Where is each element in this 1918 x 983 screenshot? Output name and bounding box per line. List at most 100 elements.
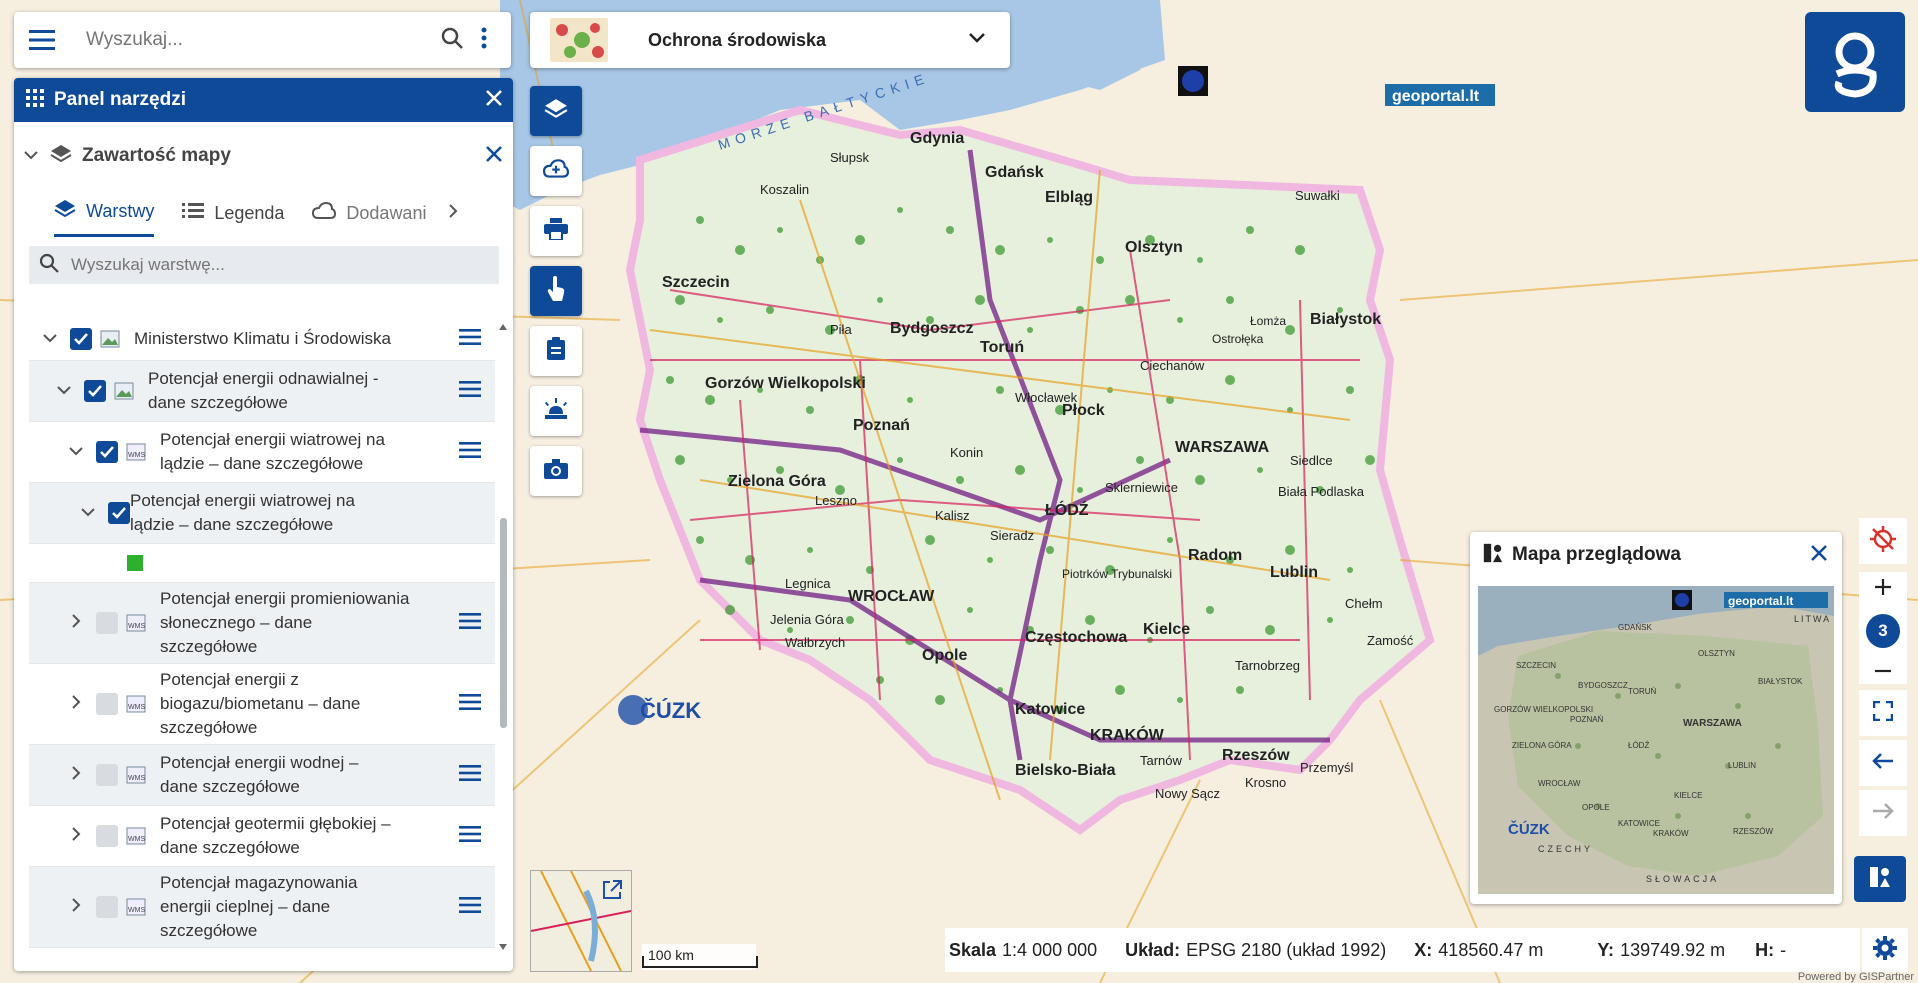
svg-text:WMS: WMS (128, 704, 145, 711)
crs-value[interactable]: EPSG 2180 (układ 1992) (1186, 940, 1386, 960)
chevron-down-icon[interactable] (24, 147, 38, 165)
layer-checkbox[interactable] (96, 764, 118, 786)
notes-button[interactable] (530, 326, 582, 376)
city-label: Opole (922, 647, 967, 664)
add-data-button[interactable] (530, 146, 582, 196)
chevron-right-icon[interactable] (71, 897, 81, 917)
layer-menu-icon[interactable] (459, 764, 481, 786)
zoom-level-badge: 3 (1866, 613, 1900, 648)
chevron-right-icon[interactable] (71, 826, 81, 846)
city-label: Bydgoszcz (890, 320, 974, 337)
topic-selector[interactable]: Ochrona środowiska (530, 12, 1010, 68)
layer-menu-icon[interactable] (459, 612, 481, 634)
tab-legend[interactable]: Legenda (182, 191, 284, 235)
alert-button[interactable] (530, 386, 582, 436)
cloud-add-icon (312, 201, 337, 225)
chevron-down-icon[interactable] (69, 443, 83, 461)
layer-menu-icon[interactable] (459, 825, 481, 847)
status-bar: Skala 1:4 000 000 Układ: EPSG 2180 (układ … (945, 928, 1860, 972)
layer-search (29, 246, 499, 284)
overview-map-canvas[interactable]: geoportal.lt SZCZECIN GDAŃSK OLSZTYN BYD… (1478, 586, 1834, 894)
fullscreen-button[interactable] (1859, 690, 1907, 736)
overview-label: KRAKÓW (1653, 829, 1689, 838)
screenshot-button[interactable] (530, 446, 582, 496)
layer-menu-icon[interactable] (459, 328, 481, 350)
svg-text:WMS: WMS (128, 452, 145, 459)
overview-label: RZESZÓW (1733, 827, 1773, 836)
settings-button[interactable] (1862, 928, 1908, 972)
layer-menu-icon[interactable] (459, 896, 481, 918)
layer-menu-icon[interactable] (459, 441, 481, 463)
layer-label: Potencjał geotermii głębokiej – dane szc… (160, 814, 391, 857)
city-label: Siedlce (1290, 453, 1333, 468)
layer-row: WMS Potencjał energii wiatrowej na lądzi… (29, 422, 495, 483)
more-options-icon[interactable] (480, 27, 488, 54)
overview-label: LITWA (1794, 614, 1831, 624)
overview-label: BIAŁYSTOK (1758, 677, 1803, 686)
geoportal-lt-logo: geoportal.lt (1392, 88, 1480, 105)
open-external-icon[interactable] (601, 879, 623, 906)
city-label: Gorzów Wielkopolski (705, 375, 866, 392)
layer-checkbox[interactable] (96, 441, 118, 463)
city-label: ŁÓDŹ (1045, 500, 1089, 519)
scale-value[interactable]: 1:4 000 000 (1002, 940, 1097, 960)
chevron-down-icon[interactable] (43, 330, 57, 348)
layer-checkbox[interactable] (84, 380, 106, 402)
tab-label: Legenda (214, 202, 285, 223)
zoom-out-icon[interactable] (1874, 660, 1892, 678)
layer-checkbox[interactable] (70, 328, 92, 350)
layer-image-icon (114, 382, 134, 400)
basemap-switcher[interactable] (530, 870, 632, 972)
layer-search-input[interactable] (69, 254, 473, 276)
layer-checkbox[interactable] (96, 693, 118, 715)
camera-icon (544, 458, 568, 484)
chevron-right-icon[interactable] (71, 765, 81, 785)
layer-tree-scrollbar[interactable] (496, 318, 510, 958)
layer-label: Potencjał energii wodnej – dane szczegół… (160, 753, 359, 796)
city-label: WROCŁAW (848, 588, 935, 605)
height-label: H: (1755, 939, 1775, 960)
city-label: Chełm (1345, 596, 1383, 611)
layer-checkbox[interactable] (108, 502, 130, 524)
close-icon[interactable] (1810, 544, 1828, 567)
layer-row: WMS Potencjał energii promieniowania sło… (29, 583, 495, 664)
chevron-right-icon[interactable] (448, 203, 458, 224)
locate-button[interactable] (1859, 518, 1907, 564)
overview-label: SŁOWACJA (1646, 874, 1719, 884)
chevron-right-icon[interactable] (71, 694, 81, 714)
layer-row: WMS Potencjał energii wodnej – dane szcz… (29, 745, 495, 806)
hamburger-menu-icon[interactable] (28, 26, 56, 54)
scale-label: Skala (949, 939, 997, 960)
search-input[interactable] (84, 28, 428, 52)
tab-add-data[interactable]: Dodawani (312, 191, 426, 235)
chevron-down-icon[interactable] (968, 31, 986, 49)
next-extent-button[interactable] (1859, 790, 1907, 836)
cuzk-logo: ČÚZK (640, 698, 701, 723)
svg-text:WMS: WMS (128, 836, 145, 843)
layer-checkbox[interactable] (96, 612, 118, 634)
overview-map-icon (1868, 865, 1892, 894)
layer-menu-icon[interactable] (459, 380, 481, 402)
layer-checkbox[interactable] (96, 896, 118, 918)
geoportal-logo[interactable] (1805, 12, 1905, 112)
search-icon[interactable] (440, 26, 464, 55)
tab-layers[interactable]: Warstwy (54, 190, 155, 237)
zoom-in-icon[interactable] (1874, 578, 1892, 601)
close-icon[interactable] (485, 145, 503, 168)
previous-extent-button[interactable] (1859, 740, 1907, 786)
overview-map-toggle-button[interactable] (1854, 856, 1906, 902)
chevron-down-icon[interactable] (57, 382, 71, 400)
scale-bar: 100 km (642, 944, 758, 970)
layer-checkbox[interactable] (96, 825, 118, 847)
overview-label: KATOWICE (1618, 819, 1660, 828)
location-off-icon (1869, 525, 1897, 558)
close-icon[interactable] (485, 89, 503, 112)
print-button[interactable] (530, 206, 582, 256)
topic-thumbnail (550, 18, 608, 62)
layer-menu-icon[interactable] (459, 693, 481, 715)
chevron-down-icon[interactable] (81, 504, 95, 522)
city-label: Bielsko-Biała (1015, 762, 1116, 779)
layers-button[interactable] (530, 86, 582, 136)
identify-button[interactable] (530, 266, 582, 316)
chevron-right-icon[interactable] (71, 613, 81, 633)
